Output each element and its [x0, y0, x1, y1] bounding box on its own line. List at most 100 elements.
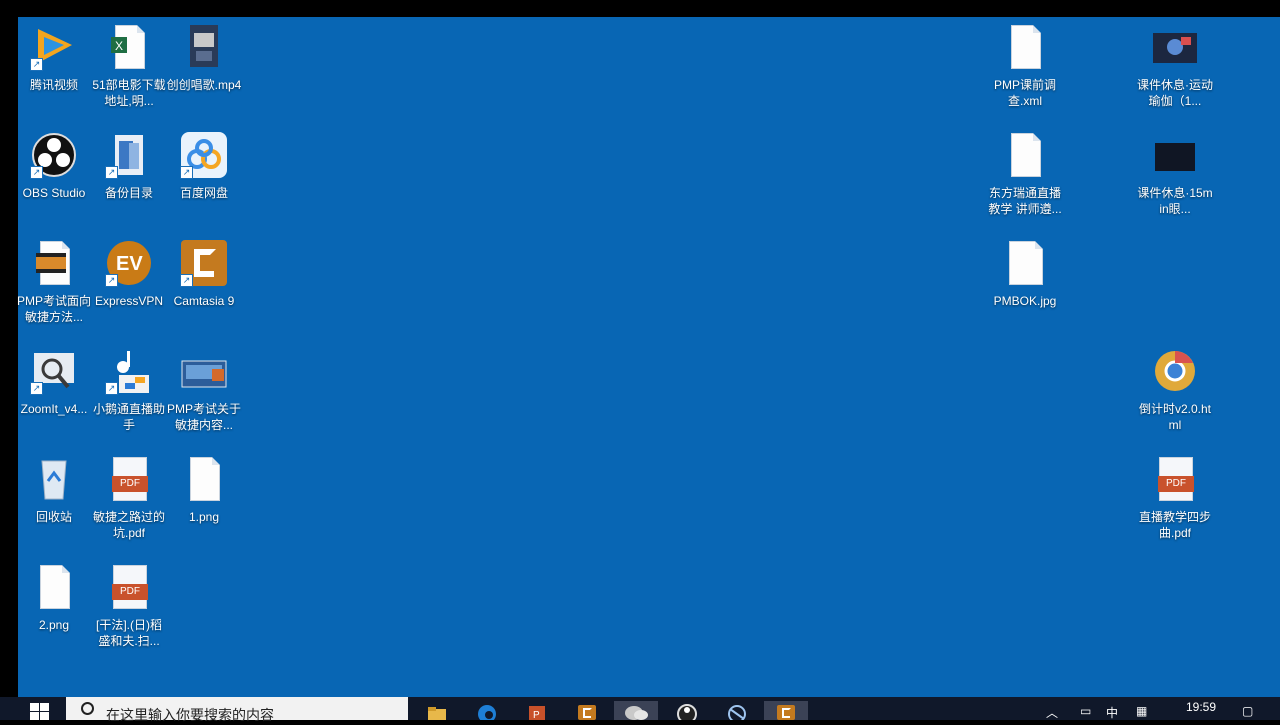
desktop-icon-countdown-html[interactable]: 倒计时v2.0.html [1137, 347, 1213, 433]
shortcut-arrow-icon: ↗ [105, 382, 118, 395]
obs-icon: ↗ [30, 131, 78, 179]
icon-label: 倒计时v2.0.html [1138, 402, 1212, 432]
desktop-icon-pmp-agile-video[interactable]: PMP考试面向敏捷方法... [16, 239, 92, 325]
camtasia-icon: ↗ [180, 239, 228, 287]
ppt-file-icon [180, 347, 228, 395]
tray-chevron-up-icon[interactable]: ︿ [1046, 704, 1058, 721]
screen-capture-icon[interactable] [724, 701, 750, 723]
icon-label: Camtasia 9 [173, 294, 235, 308]
ime-indicator[interactable]: 中 [1106, 704, 1118, 721]
pdf-file-icon: PDF [105, 455, 153, 503]
desktop-icon-camtasia[interactable]: ↗ Camtasia 9 [166, 239, 242, 309]
search-placeholder: 在这里输入你要搜索的内容 [106, 707, 274, 723]
video-file-icon [1151, 131, 1199, 179]
desktop-icon-pmp-survey-xml[interactable]: PMP课前调查.xml [987, 23, 1063, 109]
icon-label: 小鹅通直播助手 [92, 402, 165, 432]
taskbar: 在这里输入你要搜索的内容 P ︿ ▭ 中 ▦ 19:59 ▢ [0, 697, 1280, 724]
windows-start-icon[interactable] [30, 703, 50, 720]
icon-label: 备份目录 [104, 186, 153, 200]
icon-label: [干法].(日)稻盛和夫.扫... [96, 618, 162, 648]
expressvpn-icon: EV ↗ [105, 239, 153, 287]
tencent-video-icon: ↗ [30, 23, 78, 71]
shortcut-arrow-icon: ↗ [30, 58, 43, 71]
desktop-icon-expressvpn[interactable]: EV ↗ ExpressVPN [91, 239, 167, 309]
camtasia-recorder-icon[interactable] [764, 701, 808, 720]
desktop-icon-xiaoe-live[interactable]: ↗ 小鹅通直播助手 [91, 347, 167, 433]
camtasia-file-icon [30, 239, 78, 287]
image-file-icon [30, 563, 78, 611]
desktop-icon-yoga-break-video[interactable]: 课件休息·运动瑜伽（1... [1137, 23, 1213, 109]
chrome-html-icon [1151, 347, 1199, 395]
baidu-netdisk-icon: ↗ [180, 131, 228, 179]
icon-label: 东方瑞通直播教学 讲师遵... [988, 186, 1062, 216]
document-file-icon [1001, 131, 1049, 179]
desktop-icon-tencent-video[interactable]: ↗ 腾讯视频 [16, 23, 92, 93]
taskbar-search-box[interactable]: 在这里输入你要搜索的内容 [66, 697, 408, 723]
desktop-icon-ganfa-pdf[interactable]: PDF [干法].(日)稻盛和夫.扫... [91, 563, 167, 649]
desktop-icon-recycle-bin[interactable]: 回收站 [16, 455, 92, 525]
pdf-file-icon: PDF [1151, 455, 1199, 503]
icon-label: ZoomIt_v4... [20, 402, 88, 416]
shortcut-arrow-icon: ↗ [105, 166, 118, 179]
desktop-icon-obs[interactable]: ↗ OBS Studio [16, 131, 92, 201]
desktop-icon-agile-pitfalls-pdf[interactable]: PDF 敏捷之路过的坑.pdf [91, 455, 167, 541]
desktop-icon-pmp-agile-ppt[interactable]: PMP考试关于敏捷内容... [166, 347, 242, 433]
zoomit-icon: ↗ [30, 347, 78, 395]
pdf-file-icon: PDF [105, 563, 153, 611]
icon-label: 51部电影下载地址,明... [92, 78, 166, 108]
desktop-icon-movie-list[interactable]: X 51部电影下载地址,明... [91, 23, 167, 109]
icon-label: 课件休息·15min眼... [1137, 186, 1213, 216]
search-icon [81, 702, 94, 715]
icon-label: 百度网盘 [179, 186, 228, 200]
file-explorer-icon[interactable] [424, 701, 450, 720]
recycle-bin-icon [30, 455, 78, 503]
svg-text:P: P [533, 710, 540, 720]
notification-icon[interactable]: ▢ [1242, 704, 1253, 718]
icon-label: OBS Studio [22, 186, 86, 200]
xml-file-icon [1001, 23, 1049, 71]
icon-label: PMP考试面向敏捷方法... [16, 294, 91, 324]
desktop-icon-eye-break-video[interactable]: 课件休息·15min眼... [1137, 131, 1213, 217]
taskbar-clock[interactable]: 19:59 [1186, 700, 1216, 714]
desktop-icon-baidu-netdisk[interactable]: ↗ 百度网盘 [166, 131, 242, 201]
icon-label: PMP考试关于敏捷内容... [166, 402, 241, 432]
desktop-icon-live-four-steps-pdf[interactable]: PDF 直播教学四步曲.pdf [1137, 455, 1213, 541]
keyboard-icon[interactable]: ▦ [1136, 704, 1147, 718]
icon-label: 1.png [188, 510, 220, 524]
video-file-icon [1151, 23, 1199, 71]
camtasia-icon[interactable] [574, 701, 600, 720]
icon-label: ExpressVPN [94, 294, 164, 308]
icon-label: 2.png [38, 618, 70, 632]
video-file-icon [180, 23, 228, 71]
desktop-icon-zoomit[interactable]: ↗ ZoomIt_v4... [16, 347, 92, 417]
shortcut-arrow-icon: ↗ [180, 274, 193, 287]
excel-file-icon: X [105, 23, 153, 71]
icon-label: 创创唱歌.mp4 [166, 78, 242, 92]
desktop-icon-backup-folder[interactable]: ↗ 备份目录 [91, 131, 167, 201]
svg-text:X: X [115, 39, 123, 53]
obs-icon[interactable] [674, 701, 700, 724]
shortcut-arrow-icon: ↗ [105, 274, 118, 287]
powerpoint-icon[interactable]: P [524, 701, 550, 721]
network-icon[interactable]: ▭ [1080, 704, 1091, 718]
folder-icon: ↗ [105, 131, 153, 179]
svg-text:EV: EV [116, 253, 143, 275]
desktop-icon-pmbok-jpg[interactable]: PMBOK.jpg [987, 239, 1063, 309]
shortcut-arrow-icon: ↗ [30, 382, 43, 395]
image-file-icon [180, 455, 228, 503]
desktop-icon-dongfang-live-doc[interactable]: 东方瑞通直播教学 讲师遵... [987, 131, 1063, 217]
icon-label: PMBOK.jpg [993, 294, 1057, 308]
icon-label: 课件休息·运动瑜伽（1... [1137, 78, 1213, 108]
icon-label: 直播教学四步曲.pdf [1138, 510, 1211, 540]
desktop-icon-2png[interactable]: 2.png [16, 563, 92, 633]
desktop-icon-chuang-mp4[interactable]: 创创唱歌.mp4 [166, 23, 242, 93]
icon-label: 回收站 [35, 510, 72, 524]
xiaoe-live-icon: ↗ [105, 347, 153, 395]
desktop-icon-1png[interactable]: 1.png [166, 455, 242, 525]
desktop[interactable]: ↗ 腾讯视频 X 51部电影下载地址,明... 创创唱歌.mp4 ↗ OBS S… [16, 17, 1280, 697]
wechat-icon[interactable] [614, 701, 658, 720]
icon-label: 敏捷之路过的坑.pdf [92, 510, 165, 540]
icon-label: 腾讯视频 [29, 78, 78, 92]
edge-icon[interactable] [474, 701, 500, 723]
icon-label: PMP课前调查.xml [993, 78, 1056, 108]
